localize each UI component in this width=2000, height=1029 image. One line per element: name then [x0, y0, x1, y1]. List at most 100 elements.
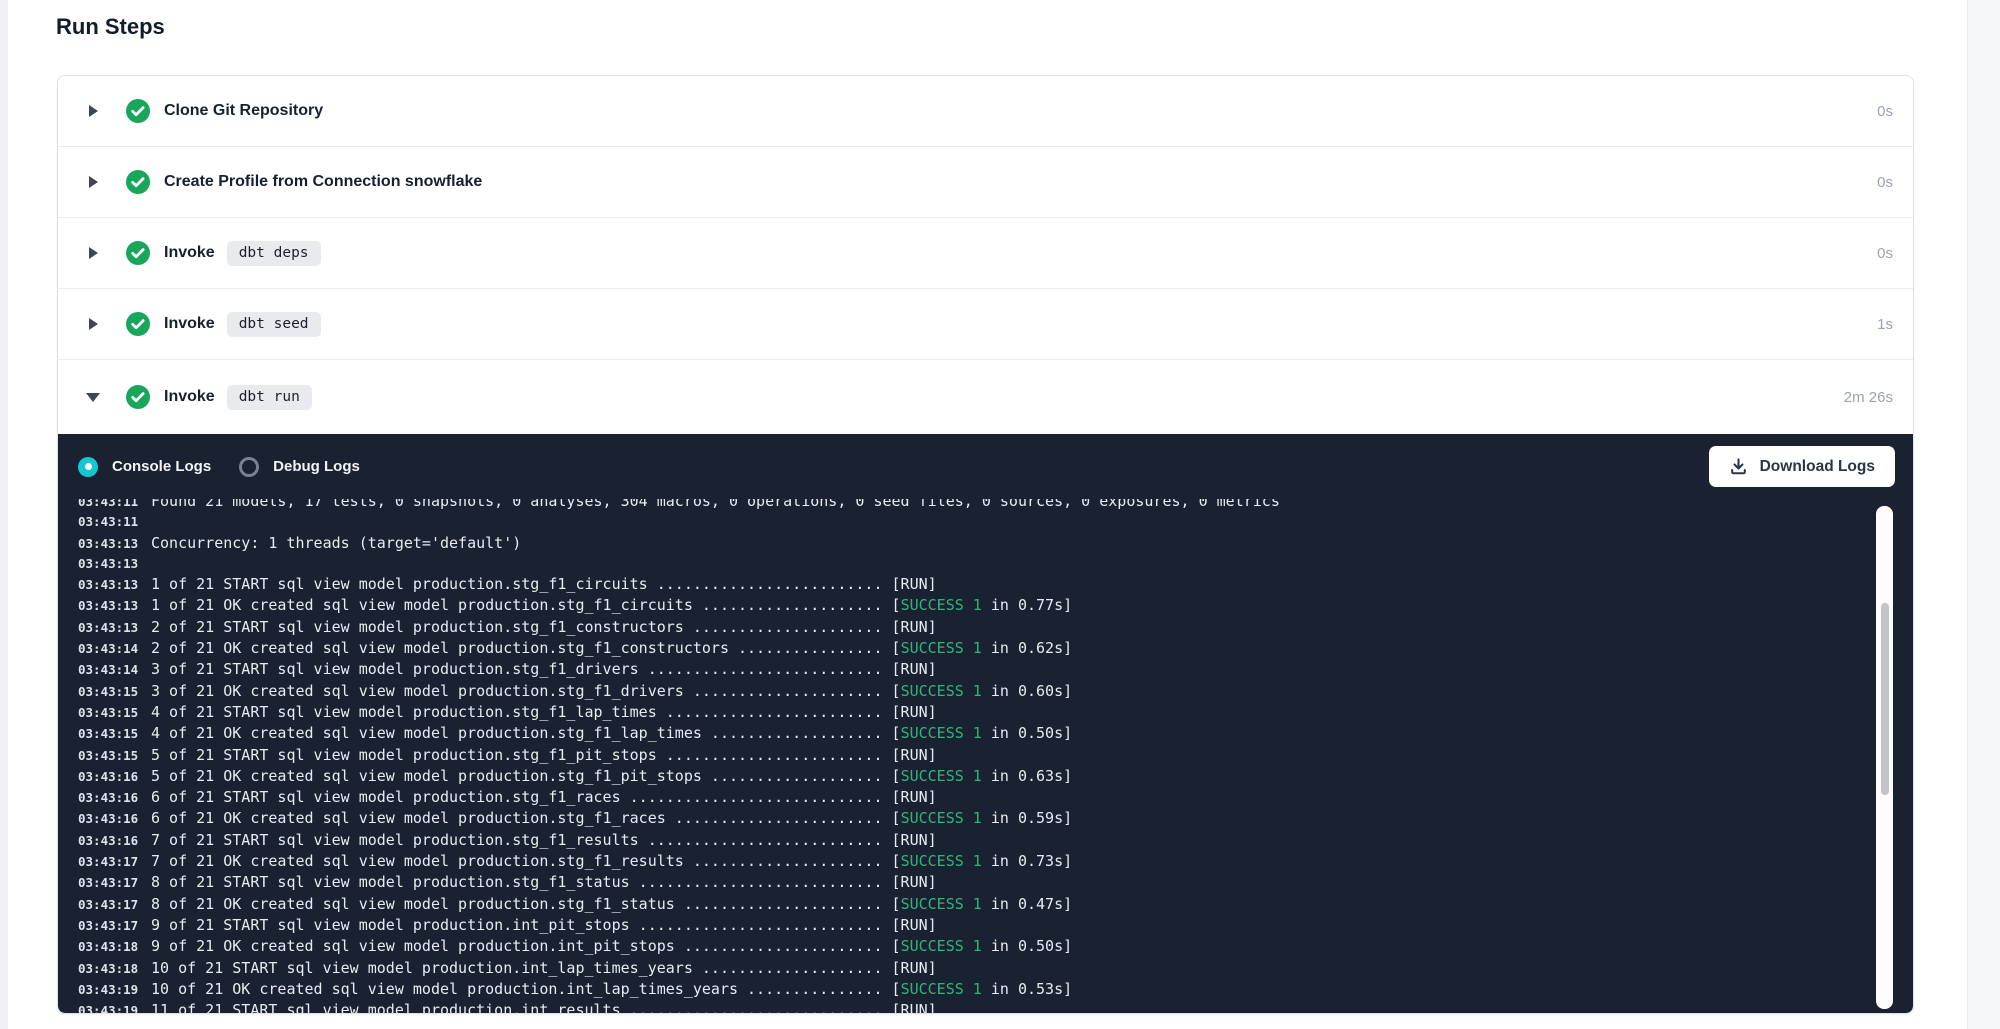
log-timestamp: 03:43:18 — [78, 937, 138, 957]
log-message: 8 of 21 OK created sql view model produc… — [151, 894, 1072, 914]
download-logs-label: Download Logs — [1760, 458, 1875, 476]
log-line: 03:43:143 of 21 START sql view model pro… — [78, 659, 1913, 680]
success-badge: SUCCESS 1 — [901, 639, 982, 657]
radio-unselected-icon — [239, 457, 259, 477]
log-line: 03:43:17 9 of 21 START sql view model pro… — [78, 915, 1913, 936]
success-badge: SUCCESS 1 — [901, 596, 982, 614]
log-message: 4 of 21 OK created sql view model produc… — [151, 723, 1072, 743]
log-line: 03:43:13Concurrency: 1 threads (target='… — [78, 533, 1913, 554]
log-message: 1 of 21 START sql view model production.… — [151, 574, 937, 594]
left-gutter — [0, 0, 8, 1029]
log-timestamp: 03:43:17 — [78, 873, 138, 893]
log-line: 03:43:1810 of 21 START sql view model pr… — [78, 958, 1913, 979]
check-circle-icon — [126, 241, 150, 265]
success-badge: SUCCESS 1 — [901, 937, 982, 955]
log-line: 03:43:19 11 of 21 START sql view model pr… — [78, 1000, 1913, 1013]
chevron-right-icon[interactable] — [86, 105, 100, 117]
console-logs-radio[interactable]: Console Logs — [78, 457, 211, 477]
step-duration: 1s — [1877, 316, 1893, 333]
step-row[interactable]: Invoke dbt seed 1s — [58, 289, 1913, 360]
log-scrollbar-thumb[interactable] — [1881, 603, 1889, 795]
log-line: 03:43:166 of 21 OK created sql view mode… — [78, 808, 1913, 829]
log-line: 03:43:177 of 21 OK created sql view mode… — [78, 851, 1913, 872]
step-command-chip: dbt seed — [227, 312, 321, 337]
step-row[interactable]: Clone Git Repository 0s — [58, 76, 1913, 147]
log-timestamp: 03:43:13 — [78, 575, 138, 595]
step-list: Clone Git Repository0sCreate Profile fro… — [58, 76, 1913, 434]
radio-label: Debug Logs — [273, 458, 360, 475]
chevron-down-icon[interactable] — [86, 393, 100, 402]
debug-logs-radio[interactable]: Debug Logs — [239, 457, 360, 477]
step-label: Invoke — [164, 388, 215, 406]
log-message: 2 of 21 START sql view model production.… — [151, 617, 937, 637]
log-line: 03:43:1910 of 21 OK created sql view mod… — [78, 979, 1913, 1000]
log-timestamp: 03:43:13 — [78, 596, 138, 616]
log-timestamp: 03:43:17 — [78, 895, 138, 915]
check-circle-icon — [126, 312, 150, 336]
log-message: 6 of 21 START sql view model production.… — [151, 787, 937, 807]
log-message: 4 of 21 START sql view model production.… — [151, 702, 937, 722]
log-timestamp: 03:43:16 — [78, 809, 138, 829]
log-timestamp: 03:43:13 — [78, 618, 138, 638]
log-line: 03:43:18 9 of 21 OK created sql view mode… — [78, 936, 1913, 957]
radio-label: Console Logs — [112, 458, 211, 475]
log-message: 11 of 21 START sql view model production… — [151, 1000, 937, 1013]
log-message: 9 of 21 OK created sql view model produc… — [151, 936, 1072, 956]
page-title: Run Steps — [56, 14, 165, 40]
step-label: Create Profile from Connection snowflake — [164, 173, 482, 191]
success-badge: SUCCESS 1 — [901, 809, 982, 827]
success-badge: SUCCESS 1 — [901, 682, 982, 700]
chevron-right-icon[interactable] — [86, 247, 100, 259]
log-timestamp: 03:43:13 — [78, 534, 138, 554]
download-logs-button[interactable]: Download Logs — [1709, 446, 1895, 487]
chevron-right-icon[interactable] — [86, 176, 100, 188]
log-timestamp: 03:43:15 — [78, 746, 138, 766]
log-timestamp: 03:43:14 — [78, 639, 138, 659]
log-message: 9 of 21 START sql view model production.… — [151, 915, 937, 935]
step-duration: 0s — [1877, 174, 1893, 191]
log-lines: 03:43:11Found 21 models, 17 tests, 0 sna… — [78, 499, 1913, 1013]
check-circle-icon — [126, 99, 150, 123]
log-line: 03:43:11 — [78, 512, 1913, 532]
log-line: 03:43:15 3 of 21 OK created sql view mode… — [78, 681, 1913, 702]
log-line: 03:43:178 of 21 START sql view model pro… — [78, 872, 1913, 893]
log-scrollbar-track[interactable] — [1876, 506, 1893, 1009]
log-timestamp: 03:43:17 — [78, 916, 138, 936]
success-badge: SUCCESS 1 — [901, 852, 982, 870]
log-message: 2 of 21 OK created sql view model produc… — [151, 638, 1072, 658]
step-duration: 0s — [1877, 103, 1893, 120]
log-timestamp: 03:43:15 — [78, 724, 138, 744]
right-gutter — [1967, 0, 2000, 1029]
success-badge: SUCCESS 1 — [901, 767, 982, 785]
log-line: 03:43:16 6 of 21 START sql view model pro… — [78, 787, 1913, 808]
chevron-right-icon[interactable] — [86, 318, 100, 330]
log-timestamp: 03:43:18 — [78, 959, 138, 979]
log-timestamp: 03:43:15 — [78, 703, 138, 723]
step-label: Clone Git Repository — [164, 102, 323, 120]
radio-selected-icon — [78, 457, 98, 477]
run-steps-card: Clone Git Repository0sCreate Profile fro… — [57, 75, 1914, 1014]
log-timestamp: 03:43:16 — [78, 788, 138, 808]
log-line: 03:43:13 2 of 21 START sql view model pro… — [78, 617, 1913, 638]
log-panel: Console Logs Debug Logs Download Logs 03:… — [58, 434, 1913, 1013]
log-timestamp: 03:43:17 — [78, 852, 138, 872]
step-row[interactable]: Create Profile from Connection snowflake… — [58, 147, 1913, 218]
step-row[interactable]: Invokedbt run2m 26s — [58, 360, 1913, 434]
log-line: 03:43:13 — [78, 554, 1913, 574]
log-message: 3 of 21 OK created sql view model produc… — [151, 681, 1072, 701]
step-row[interactable]: Invokedbt deps0s — [58, 218, 1913, 289]
step-label: Invoke — [164, 315, 215, 333]
step-label: Invoke — [164, 244, 215, 262]
log-timestamp: 03:43:15 — [78, 682, 138, 702]
log-line: 03:43:165 of 21 OK created sql view mode… — [78, 766, 1913, 787]
log-line: 03:43:15 4 of 21 START sql view model pro… — [78, 702, 1913, 723]
log-message: Found 21 models, 17 tests, 0 snapshots, … — [151, 499, 1280, 511]
log-line: 03:43:11 Found 21 models, 17 tests, 0 sna… — [78, 499, 1913, 512]
console-log-view: 03:43:11Found 21 models, 17 tests, 0 sna… — [58, 499, 1913, 1013]
download-icon — [1729, 457, 1748, 476]
log-timestamp: 03:43:19 — [78, 1001, 138, 1013]
check-circle-icon — [126, 170, 150, 194]
log-timestamp: 03:43:19 — [78, 980, 138, 1000]
log-timestamp: 03:43:11 — [78, 499, 138, 512]
log-timestamp: 03:43:16 — [78, 831, 138, 851]
